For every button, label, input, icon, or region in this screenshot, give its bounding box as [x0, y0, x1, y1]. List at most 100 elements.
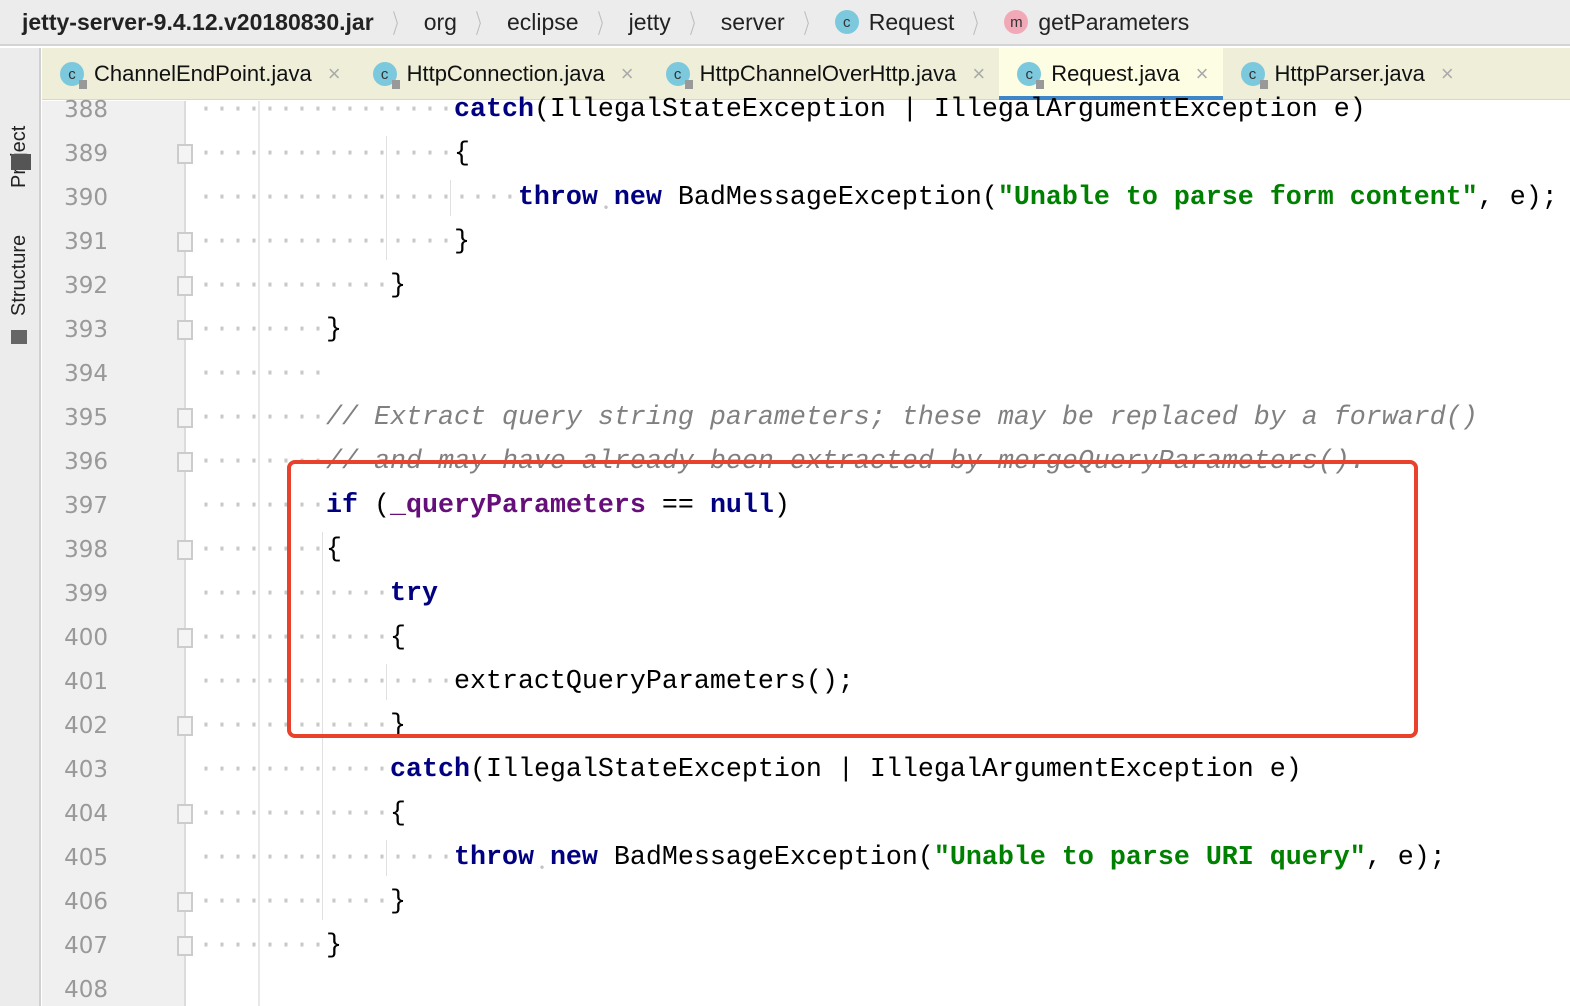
code-token: // Extract query string parameters; thes…: [325, 403, 1478, 433]
line-number: 407: [64, 933, 108, 959]
code-token: [533, 843, 550, 873]
line-number: 406: [64, 889, 108, 915]
tab-label: ChannelEndPoint.java: [94, 61, 312, 86]
code-token: }: [389, 887, 406, 917]
chevron-right-icon: 〉: [597, 8, 611, 39]
code-token: , e);: [1365, 843, 1446, 873]
fold-end-icon[interactable]: [177, 232, 193, 252]
fold-collapse-icon[interactable]: [177, 804, 193, 824]
breadcrumb-item[interactable]: m getParameters: [1004, 9, 1189, 36]
chevron-right-icon: 〉: [475, 8, 489, 39]
indent-whitespace: ················: [198, 843, 454, 873]
method-icon: m: [1004, 10, 1029, 34]
line-number: 396: [64, 449, 108, 475]
line-number: 402: [64, 713, 108, 739]
class-icon: c: [1017, 62, 1045, 89]
highlight-box: [287, 460, 1418, 738]
code-token: }: [325, 315, 342, 345]
line-number: 398: [64, 537, 108, 563]
class-icon: c: [1240, 62, 1268, 89]
line-number: 404: [64, 801, 108, 827]
breadcrumb-label: Request: [868, 8, 955, 35]
breadcrumb-label: eclipse: [506, 8, 579, 35]
code-line: ············{: [198, 792, 406, 836]
close-icon[interactable]: ×: [1441, 61, 1454, 87]
code-token: "Unable to parse URI query": [933, 843, 1366, 873]
code-line: ····················throw new BadMessage…: [198, 176, 1558, 220]
code-token: (IllegalStateException | IllegalArgument…: [469, 755, 1302, 785]
line-number: 392: [64, 273, 108, 299]
breadcrumb-item[interactable]: jetty: [629, 9, 671, 36]
breadcrumb-item[interactable]: eclipse: [507, 9, 579, 36]
code-line: ········: [198, 352, 326, 396]
indent-whitespace: ················: [198, 95, 454, 125]
close-icon[interactable]: ×: [1196, 61, 1209, 87]
breadcrumb-label: jetty: [628, 8, 671, 35]
close-icon[interactable]: ×: [972, 61, 985, 87]
line-number: 405: [64, 845, 108, 871]
breadcrumb-label: org: [423, 8, 457, 35]
indent-whitespace: ····················: [198, 183, 518, 213]
breadcrumb: jetty-server-9.4.12.v20180830.jar 〉 org 〉 ec…: [0, 0, 1570, 46]
code-line: ········// Extract query string paramete…: [198, 396, 1478, 440]
breadcrumb-label: server: [720, 8, 785, 35]
fold-end-icon[interactable]: [177, 716, 193, 736]
indent-whitespace: ············: [198, 755, 390, 785]
line-number: 399: [64, 581, 108, 607]
indent-whitespace: ············: [198, 799, 390, 829]
fold-collapse-icon[interactable]: [177, 540, 193, 560]
chevron-right-icon: 〉: [689, 8, 703, 39]
line-number: 391: [64, 229, 108, 255]
breadcrumb-item[interactable]: server: [721, 9, 785, 36]
line-number: 390: [64, 185, 108, 211]
fold-end-icon[interactable]: [177, 320, 193, 340]
indent-guide: [386, 840, 387, 876]
tab-label: HttpConnection.java: [406, 61, 605, 86]
indent-whitespace: ············: [198, 271, 390, 301]
close-icon[interactable]: ×: [328, 61, 341, 87]
line-number: 395: [64, 405, 108, 431]
code-line: ················{: [198, 132, 470, 176]
line-number: 397: [64, 493, 108, 519]
code-token: , e);: [1477, 183, 1558, 213]
code-token: }: [389, 271, 406, 301]
class-icon: c: [665, 62, 693, 89]
code-token: throw: [517, 183, 598, 213]
line-number: 401: [64, 669, 108, 695]
fold-end-icon[interactable]: [177, 276, 193, 296]
line-number: 400: [64, 625, 108, 651]
fold-end-icon[interactable]: [177, 936, 193, 956]
tab-label: HttpChannelOverHttp.java: [699, 61, 957, 86]
indent-whitespace: ············: [198, 887, 390, 917]
code-token: new: [549, 843, 598, 873]
code-line: ················catch(IllegalStateExcept…: [198, 88, 1366, 132]
fold-end-icon[interactable]: [177, 452, 193, 472]
code-line: ········}: [198, 924, 342, 968]
close-icon[interactable]: ×: [621, 61, 634, 87]
tab-label: HttpParser.java: [1274, 61, 1425, 86]
breadcrumb-item[interactable]: jetty-server-9.4.12.v20180830.jar: [22, 9, 374, 36]
indent-whitespace: ················: [198, 227, 454, 257]
fold-collapse-icon[interactable]: [177, 408, 193, 428]
line-number: 394: [64, 361, 108, 387]
code-token: new: [613, 183, 662, 213]
fold-end-icon[interactable]: [177, 892, 193, 912]
code-token: BadMessageException(: [597, 843, 934, 873]
code-line: ········}: [198, 308, 342, 352]
indent-whitespace: ········: [198, 359, 326, 389]
class-icon: c: [60, 62, 87, 89]
fold-collapse-icon[interactable]: [177, 144, 193, 164]
indent-whitespace: ········: [198, 315, 326, 345]
line-number: 403: [64, 757, 108, 783]
line-number: 389: [64, 141, 108, 167]
class-icon: c: [834, 10, 859, 34]
fold-collapse-icon[interactable]: [177, 628, 193, 648]
indent-guide: [386, 136, 387, 260]
tab-label: Request.java: [1051, 61, 1180, 86]
code-token: }: [453, 227, 470, 257]
breadcrumb-item[interactable]: org: [424, 9, 457, 36]
breadcrumb-item[interactable]: c Request: [834, 8, 955, 36]
code-line: ················}: [198, 220, 470, 264]
code-token: {: [453, 139, 470, 169]
code-token: BadMessageException(: [661, 183, 998, 213]
